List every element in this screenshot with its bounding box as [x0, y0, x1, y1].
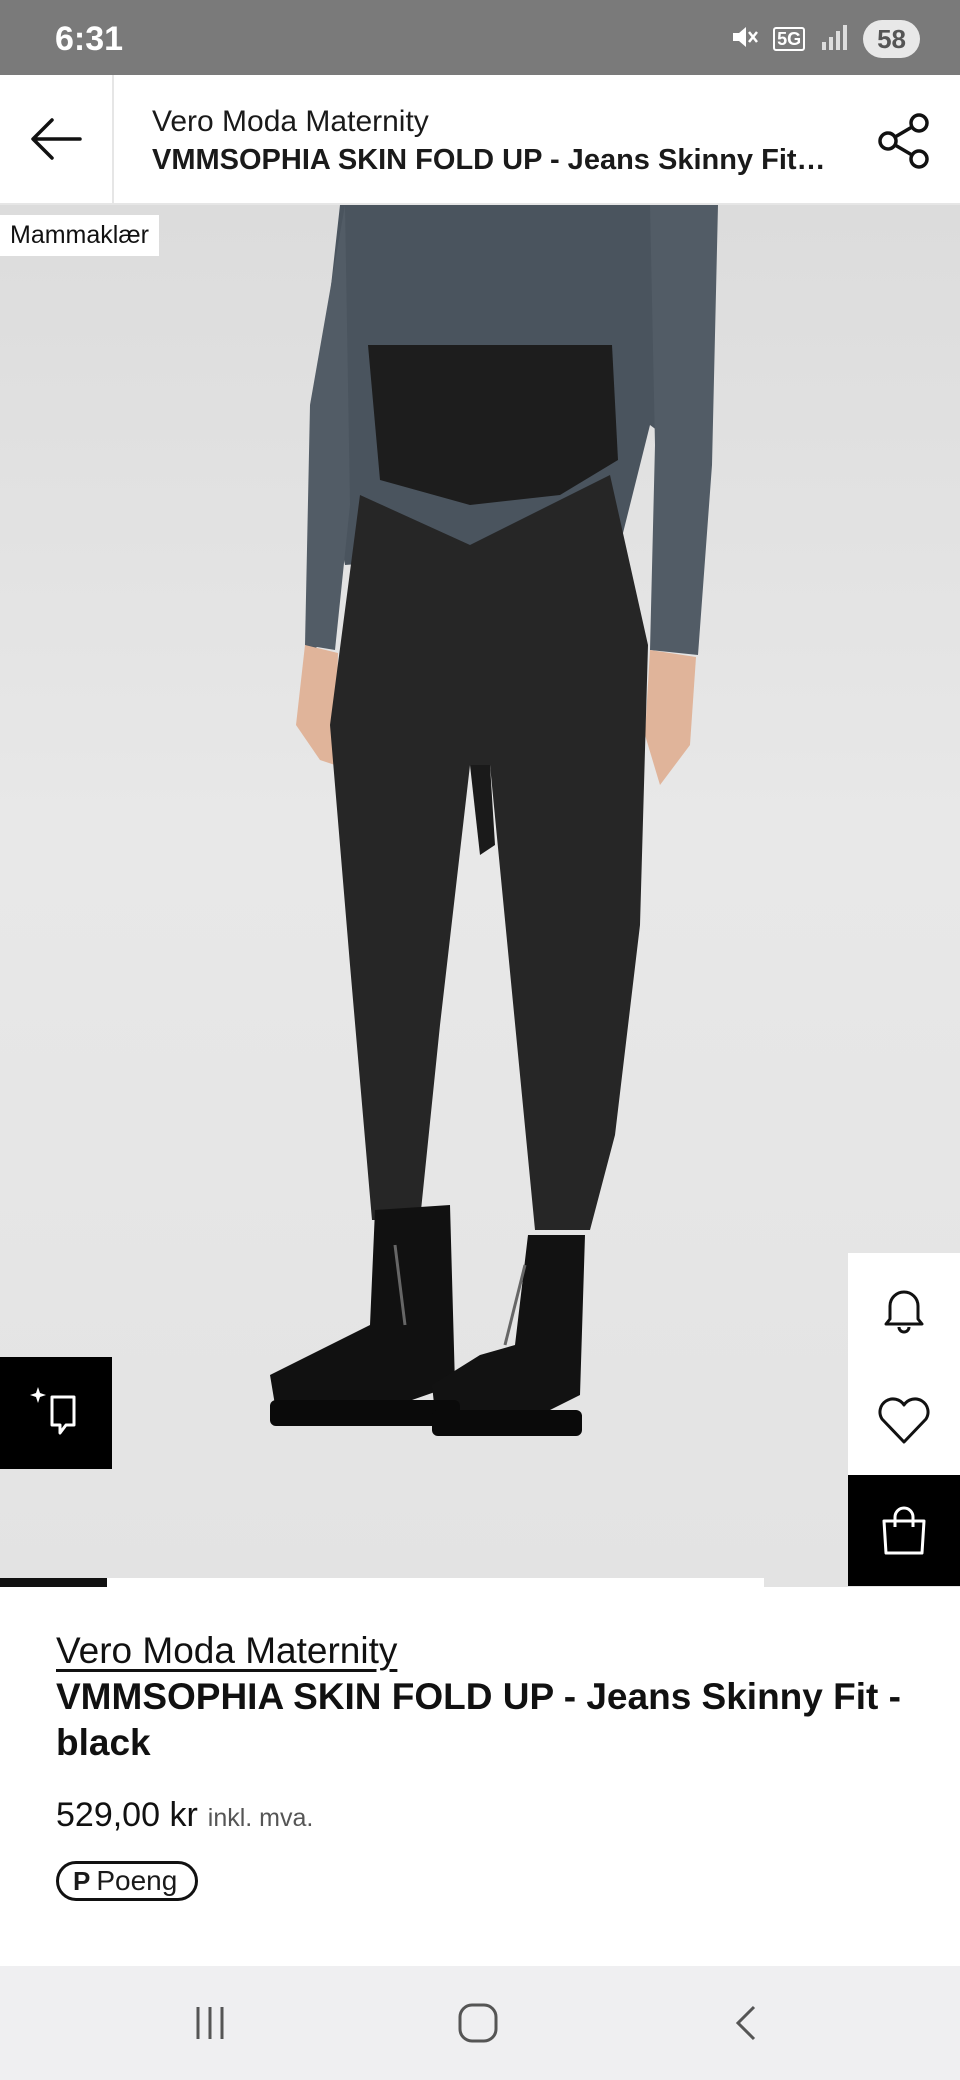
- app-bar-brand: Vero Moda Maternity: [152, 105, 429, 138]
- carousel-progress-fill: [0, 1578, 107, 1587]
- system-back-button[interactable]: [708, 1988, 788, 2058]
- product-info: Vero Moda Maternity VMMSOPHIA SKIN FOLD …: [56, 1628, 906, 1901]
- status-bar: 6:31 5G 58: [0, 0, 960, 75]
- category-tag: Mammaklær: [0, 215, 159, 256]
- product-photo: [270, 205, 718, 1436]
- add-to-bag-button[interactable]: [848, 1475, 960, 1586]
- vat-note: inkl. mva.: [207, 1804, 314, 1832]
- signal-icon: [819, 22, 849, 57]
- app-bar-product-title: VMMSOPHIA SKIN FOLD UP - Jeans Skinny Fi…: [152, 144, 832, 176]
- bell-icon: [884, 1290, 924, 1333]
- status-time: 6:31: [55, 20, 124, 58]
- bag-icon: [882, 1506, 926, 1554]
- system-nav-bar: [0, 1966, 960, 2080]
- compare-button[interactable]: [0, 1357, 112, 1469]
- points-badge[interactable]: P Poeng: [56, 1861, 199, 1901]
- back-button[interactable]: [0, 75, 114, 203]
- arrow-left-icon: [31, 118, 82, 160]
- side-actions: [848, 1253, 960, 1586]
- app-bar-titles: Vero Moda Maternity VMMSOPHIA SKIN FOLD …: [152, 103, 832, 179]
- share-button[interactable]: [874, 109, 938, 173]
- back-icon: [735, 2005, 756, 2041]
- recent-apps-icon: [196, 2007, 224, 2039]
- recent-apps-button[interactable]: [170, 1988, 250, 2058]
- home-icon: [458, 2003, 498, 2043]
- battery-icon: 58: [863, 20, 920, 58]
- top-app-bar: Vero Moda Maternity VMMSOPHIA SKIN FOLD …: [0, 75, 960, 205]
- points-icon: P: [73, 1865, 91, 1896]
- home-button[interactable]: [438, 1988, 518, 2058]
- brand-link[interactable]: Vero Moda Maternity: [56, 1628, 397, 1674]
- share-icon: [878, 113, 929, 169]
- product-image-carousel[interactable]: Mammaklær: [0, 205, 960, 1587]
- points-label: Poeng: [96, 1865, 178, 1896]
- wishlist-button[interactable]: [848, 1364, 960, 1475]
- product-name: VMMSOPHIA SKIN FOLD UP - Jeans Skinny Fi…: [56, 1676, 901, 1763]
- sparkle-compare-icon: [30, 1387, 76, 1435]
- price: 529,00 kr: [56, 1796, 198, 1834]
- mute-icon: [729, 22, 759, 57]
- price-row: 529,00 kr inkl. mva.: [56, 1796, 906, 1835]
- heart-icon: [878, 1397, 930, 1443]
- notify-button[interactable]: [848, 1253, 960, 1364]
- status-icons: 5G 58: [729, 20, 920, 58]
- carousel-progress: [0, 1578, 764, 1587]
- 5g-icon: 5G: [773, 27, 806, 51]
